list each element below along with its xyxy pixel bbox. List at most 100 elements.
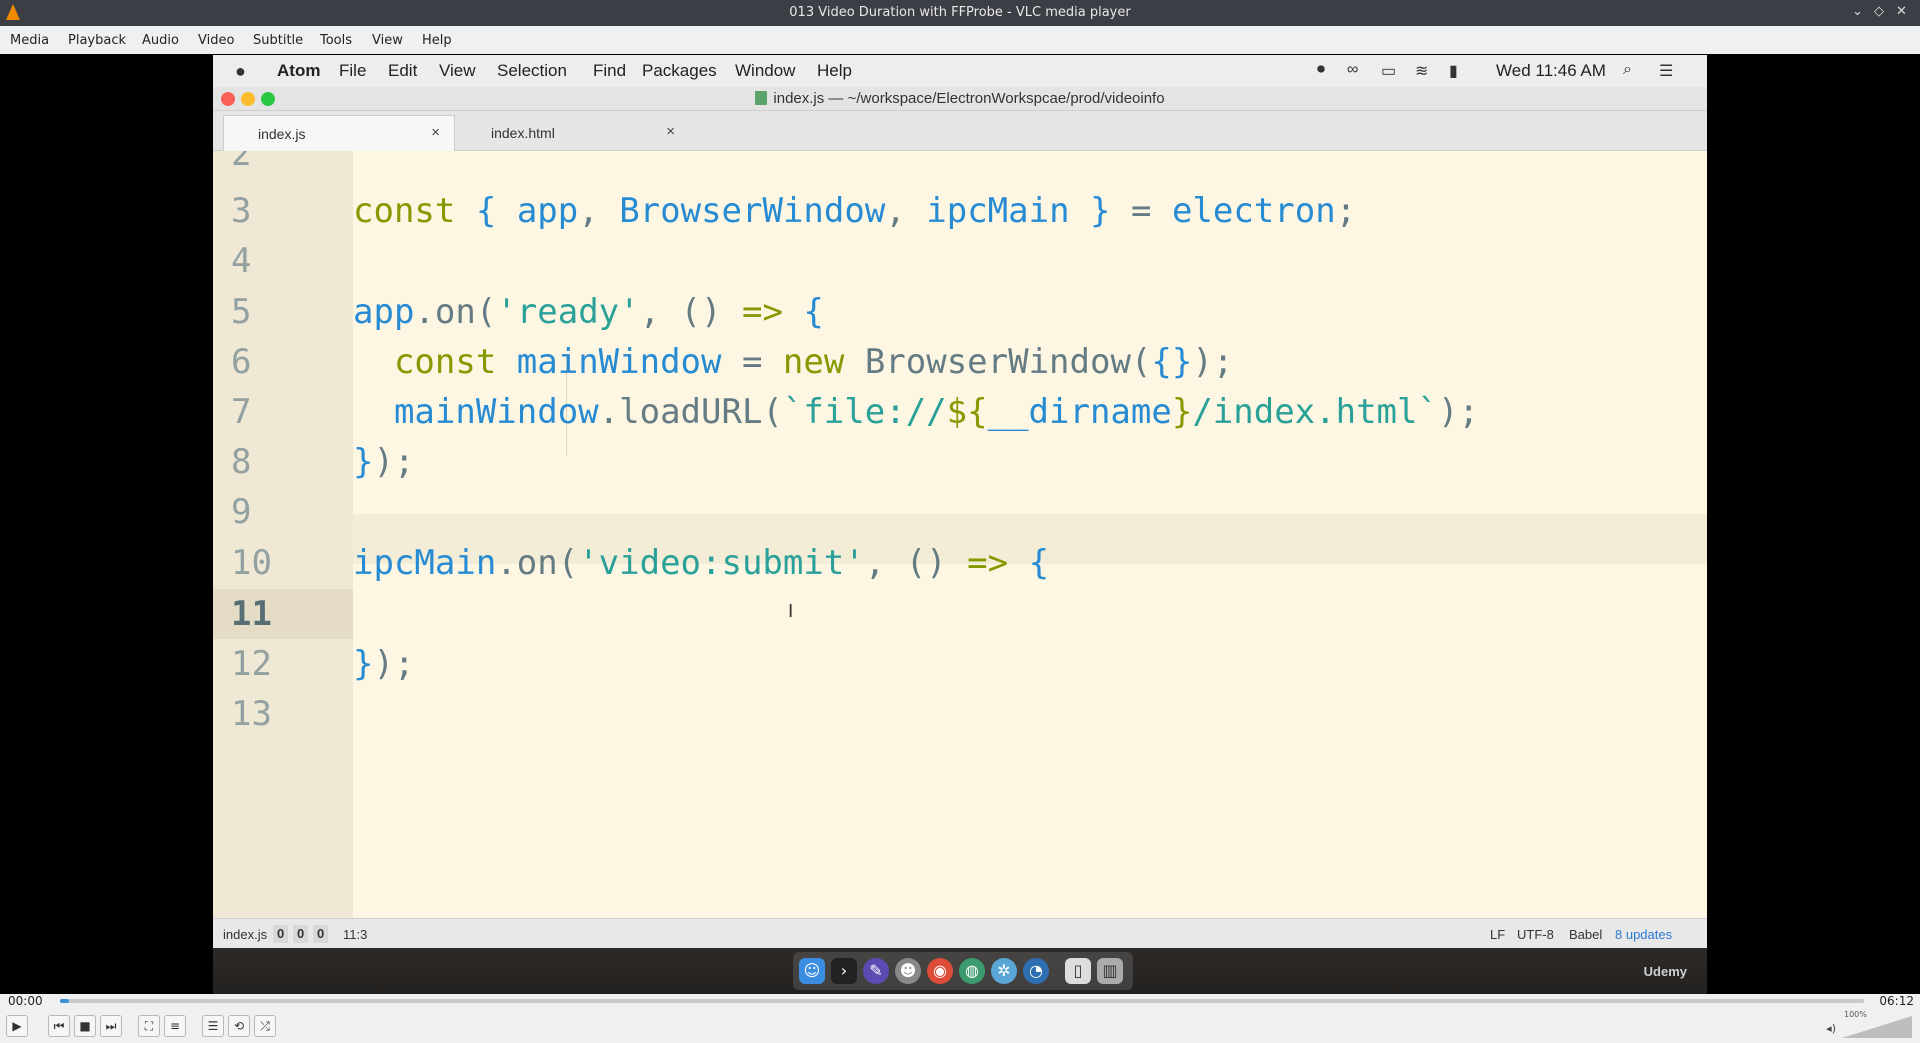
code-line-8: }); (353, 442, 415, 482)
seek-progress-fill (60, 999, 70, 1003)
line-number: 7 (231, 392, 252, 432)
vlc-menu-bar: Media Playback Audio Video Subtitle Tool… (0, 26, 1920, 54)
document-icon: ▯ (1065, 958, 1091, 984)
time-total: 06:12 (1879, 994, 1914, 1008)
tab-label: index.html (491, 125, 555, 141)
glasses-icon: ∞ (1347, 61, 1359, 78)
menu-playback[interactable]: Playback (68, 33, 126, 48)
line-number-current: 11 (213, 589, 353, 639)
stop-button[interactable]: ■ (74, 1015, 96, 1037)
volume-level (1842, 1016, 1912, 1038)
play-button[interactable]: ▶ (6, 1015, 28, 1037)
mac-menu-help: Help (817, 61, 852, 80)
volume-slider[interactable]: 100% (1842, 1010, 1912, 1038)
notification-list-icon: ☰ (1659, 63, 1674, 80)
status-count-infos[interactable]: 0 (313, 925, 329, 943)
playlist-button[interactable]: ☰ (202, 1015, 224, 1037)
mac-menu-window: Window (735, 61, 796, 80)
menu-media[interactable]: Media (10, 33, 49, 48)
mac-app-name: Atom (277, 61, 321, 80)
line-number: 13 (231, 694, 272, 734)
extended-settings-button[interactable]: ≡ (164, 1015, 186, 1037)
minimize-icon[interactable]: ⌄ (1852, 4, 1863, 19)
mac-menubar: ● Atom File Edit View Selection Find Pac… (213, 55, 1707, 87)
airplay-icon: ▭ (1381, 63, 1397, 80)
menu-video[interactable]: Video (198, 33, 234, 48)
line-number: 5 (231, 292, 252, 332)
status-file[interactable]: index.js (223, 927, 267, 942)
mac-menu-view: View (439, 61, 476, 80)
atom-title-bar: index.js — ~/workspace/ElectronWorkspcae… (213, 87, 1707, 111)
tab-label: index.js (258, 126, 306, 142)
status-count-errors[interactable]: 0 (273, 925, 289, 943)
line-number: 12 (231, 644, 272, 684)
line-number: 6 (231, 342, 252, 382)
mac-menu-selection: Selection (497, 61, 567, 80)
tab-close-icon[interactable]: × (666, 123, 675, 140)
settings-app-icon: ✲ (991, 958, 1017, 984)
vlc-seek-bar: 00:00 06:12 (0, 994, 1920, 1008)
tab-close-icon[interactable]: × (431, 124, 440, 141)
time-elapsed: 00:00 (8, 994, 43, 1008)
udemy-watermark: Udemy (1643, 964, 1687, 979)
atom-window-title: index.js — ~/workspace/ElectronWorkspcae… (773, 90, 1165, 107)
next-button[interactable]: ⏭ (100, 1015, 122, 1037)
trash-icon: ▥ (1097, 958, 1123, 984)
text-cursor-icon: I (788, 601, 794, 622)
status-line-ending[interactable]: LF (1490, 927, 1505, 942)
status-encoding[interactable]: UTF-8 (1517, 927, 1554, 942)
close-icon[interactable]: ✕ (1896, 4, 1907, 19)
mac-menu-edit: Edit (388, 61, 418, 80)
status-updates[interactable]: 8 updates (1615, 927, 1672, 942)
volume-percent: 100% (1844, 1010, 1867, 1019)
status-cursor-position[interactable]: 11:3 (343, 927, 367, 942)
previous-button[interactable]: ⏮ (48, 1015, 70, 1037)
menu-subtitle[interactable]: Subtitle (253, 33, 303, 48)
globe-app-icon: ◍ (959, 958, 985, 984)
speaker-icon[interactable]: ◂) (1826, 1022, 1836, 1035)
menu-view[interactable]: View (372, 33, 403, 48)
chrome-icon: ◉ (927, 958, 953, 984)
mac-clock: Wed 11:46 AM (1496, 61, 1606, 80)
code-line-7: mainWindow.loadURL(`file://${__dirname}/… (393, 392, 1479, 432)
fullscreen-button[interactable]: ⛶ (138, 1015, 160, 1037)
maximize-icon[interactable]: ◇ (1874, 4, 1884, 19)
line-number: 4 (231, 241, 252, 281)
menu-tools[interactable]: Tools (320, 33, 352, 48)
line-number: 3 (231, 191, 252, 231)
line-number: 10 (231, 543, 272, 583)
js-file-icon (755, 91, 768, 105)
menu-help[interactable]: Help (422, 33, 452, 48)
line-number: 8 (231, 442, 252, 482)
shuffle-button[interactable]: ⤮ (254, 1015, 276, 1037)
menu-audio[interactable]: Audio (142, 33, 179, 48)
seek-slider[interactable] (60, 999, 1864, 1003)
record-icon: ⏺ (1317, 61, 1326, 78)
vlc-title-bar: 013 Video Duration with FFProbe - VLC me… (0, 0, 1920, 26)
spotlight-search-icon: ⌕ (1623, 61, 1632, 78)
mac-menu-packages: Packages (642, 61, 717, 80)
loop-button[interactable]: ⟲ (228, 1015, 250, 1037)
battery-icon: ▮ (1449, 63, 1458, 80)
status-grammar[interactable]: Babel (1569, 927, 1602, 942)
code-line-5: app.on('ready', () => { (353, 292, 824, 332)
tab-index-js[interactable]: index.js × (223, 115, 455, 151)
code-editor[interactable]: 2 3 4 5 6 7 8 9 10 11 12 13 const { app,… (213, 151, 1707, 918)
atom-status-bar: index.js 0 0 0 11:3 LF UTF-8 Babel 8 upd… (213, 918, 1707, 948)
code-line-3: const { app, BrowserWindow, ipcMain } = … (353, 191, 1357, 231)
smiley-app-icon: ☻ (895, 958, 921, 984)
mac-menu-file: File (339, 61, 367, 80)
code-line-6: const mainWindow = new BrowserWindow({})… (393, 342, 1234, 382)
vlc-controls: ▶ ⏮ ■ ⏭ ⛶ ≡ ☰ ⟲ ⤮ ◂) 100% (0, 1008, 1920, 1043)
line-number: 9 (231, 492, 252, 532)
quicktime-icon: ◔ (1023, 958, 1049, 984)
code-line-10: ipcMain.on('video:submit', () => { (353, 543, 1050, 583)
tab-bar: index.js × index.html × (213, 111, 1707, 151)
apple-icon: ● (235, 61, 246, 81)
tab-index-html[interactable]: index.html × (457, 115, 689, 151)
mac-menu-find: Find (593, 61, 627, 80)
status-count-warnings[interactable]: 0 (293, 925, 309, 943)
atom-icon: ✎ (863, 958, 889, 984)
line-number: 2 (231, 151, 252, 174)
finder-icon: ☺ (799, 958, 825, 984)
